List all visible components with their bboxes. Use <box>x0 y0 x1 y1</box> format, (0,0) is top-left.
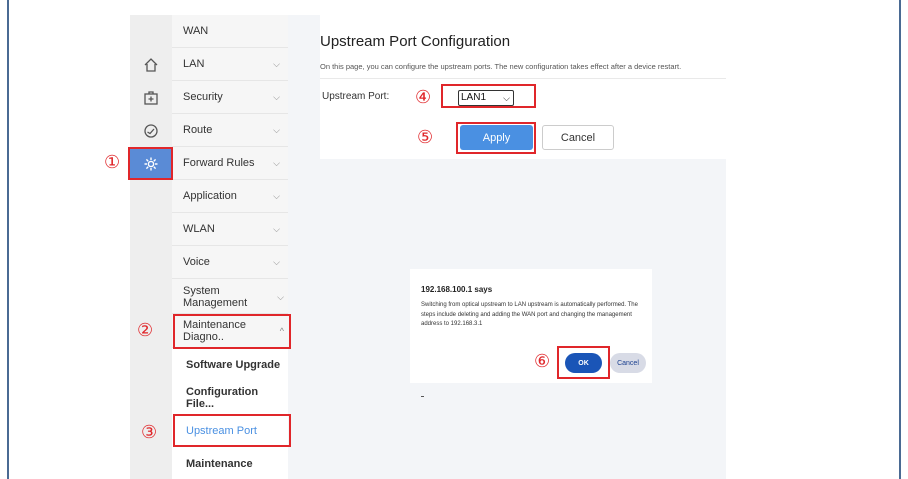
highlight-box-apply <box>456 122 536 154</box>
menu-item-label: Route <box>183 124 213 136</box>
chevron-down-icon: ⌵ <box>273 256 280 267</box>
highlight-box-upstream-port <box>173 414 291 447</box>
menu-item-lan[interactable]: LAN ⌵ <box>172 48 288 81</box>
menu-item-label: WLAN <box>183 223 215 235</box>
menu-item-label: WAN <box>183 25 209 37</box>
divider <box>320 78 726 79</box>
menu-item-application[interactable]: Application ⌵ <box>172 180 288 213</box>
chevron-down-icon: ⌵ <box>273 190 280 201</box>
dialog-cancel-button[interactable]: Cancel <box>610 353 646 373</box>
submenu-item-configuration-file[interactable]: Configuration File... <box>172 381 288 414</box>
menu-item-wan[interactable]: WAN <box>172 15 288 48</box>
menu-item-voice[interactable]: Voice ⌵ <box>172 246 288 279</box>
menu-item-label: LAN <box>183 58 205 70</box>
highlight-box-gear <box>128 147 173 180</box>
step-number-3: ③ <box>141 422 158 443</box>
menu-item-forward-rules[interactable]: Forward Rules ⌵ <box>172 147 288 180</box>
menu-item-label: System Management <box>183 285 248 309</box>
step-number-1: ① <box>104 152 121 173</box>
step-number-2: ② <box>137 320 154 341</box>
chevron-down-icon: ⌵ <box>277 291 284 302</box>
highlight-box-select <box>441 84 536 108</box>
settings-menu: WAN LAN ⌵ Security ⌵ Route ⌵ Forward Rul… <box>172 15 288 479</box>
menu-item-label: Voice <box>183 256 210 268</box>
menu-item-route[interactable]: Route ⌵ <box>172 114 288 147</box>
upstream-port-label: Upstream Port: <box>322 91 390 102</box>
menu-item-security[interactable]: Security ⌵ <box>172 81 288 114</box>
chevron-down-icon: ⌵ <box>273 58 280 69</box>
menu-item-label: Forward Rules <box>183 157 255 169</box>
confirm-dialog: 192.168.100.1 says Switching from optica… <box>410 269 652 383</box>
step-number-5: ⑤ <box>417 127 434 148</box>
dialog-message: Switching from optical upstream to LAN u… <box>421 302 638 327</box>
medkit-icon[interactable] <box>130 81 172 114</box>
menu-item-label: Security <box>183 91 223 103</box>
chevron-down-icon: ⌵ <box>273 223 280 234</box>
submenu-item-software-upgrade[interactable]: Software Upgrade <box>172 348 288 381</box>
highlight-box-ok <box>557 346 610 379</box>
dialog-title: 192.168.100.1 says <box>421 285 493 294</box>
icon-sidebar <box>130 15 172 479</box>
page-description: On this page, you can configure the upst… <box>320 62 682 71</box>
chevron-down-icon: ⌵ <box>273 157 280 168</box>
step-number-6: ⑥ <box>534 351 551 372</box>
menu-item-system-management[interactable]: System Management ⌵ <box>172 281 288 314</box>
dash-mark <box>421 396 424 397</box>
cancel-button[interactable]: Cancel <box>542 125 614 150</box>
chevron-down-icon: ⌵ <box>273 91 280 102</box>
chevron-down-icon: ⌵ <box>273 124 280 135</box>
step-number-4: ④ <box>415 87 432 108</box>
highlight-box-maintenance <box>173 314 291 349</box>
page-title: Upstream Port Configuration <box>320 33 511 50</box>
home-icon[interactable] <box>130 48 172 81</box>
gauge-icon[interactable] <box>130 114 172 147</box>
router-admin-screenshot: WAN LAN ⌵ Security ⌵ Route ⌵ Forward Rul… <box>130 15 726 479</box>
submenu-item-maintenance[interactable]: Maintenance <box>172 447 288 479</box>
menu-item-wlan[interactable]: WLAN ⌵ <box>172 213 288 246</box>
menu-item-label: Application <box>183 190 237 202</box>
